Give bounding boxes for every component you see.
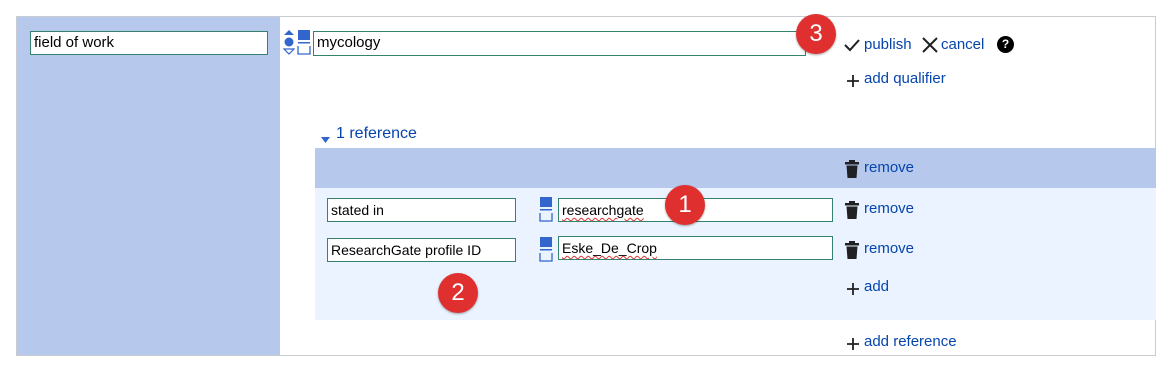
snak-type-selector-icon[interactable] [539,236,553,266]
remove-snak-button[interactable]: remove [864,199,914,219]
add-icon[interactable] [847,337,859,354]
cancel-button[interactable]: cancel [941,35,984,55]
check-icon[interactable] [844,38,860,56]
rank-selector-icon[interactable] [282,29,296,59]
add-icon[interactable] [847,282,859,299]
snak-type-selector-icon[interactable] [539,196,553,226]
reference-value-input[interactable]: Eske_De_Crop [558,236,833,260]
reference-header [315,148,1156,188]
remove-snak-button[interactable]: remove [864,239,914,259]
annotation-badge-2: 2 [438,273,478,313]
add-reference-button[interactable]: add reference [864,332,957,352]
trash-icon[interactable] [845,241,859,263]
reference-value-text: Eske_De_Crop [562,240,657,256]
expand-triangle-icon[interactable] [321,130,330,147]
add-snak-button[interactable]: add [864,277,889,297]
annotation-badge-3: 3 [796,14,836,54]
add-icon[interactable] [847,74,859,91]
help-icon[interactable]: ? [997,36,1014,53]
value-input[interactable]: mycology [313,31,806,56]
references-toggle[interactable]: 1 reference [336,124,417,144]
property-input[interactable]: field of work [30,31,268,55]
reference-value-text: researchgate [562,202,644,218]
property-column [17,17,280,355]
publish-button[interactable]: publish [864,35,912,55]
snak-type-selector-icon[interactable] [297,29,311,59]
reference-property-input[interactable]: ResearchGate profile ID [327,238,516,262]
reference-property-input[interactable]: stated in [327,198,516,222]
trash-icon[interactable] [845,160,859,182]
add-qualifier-button[interactable]: add qualifier [864,69,946,89]
remove-reference-button[interactable]: remove [864,158,914,178]
trash-icon[interactable] [845,201,859,223]
close-icon[interactable] [922,37,938,57]
statement-group: field of work mycology publish cancel ? … [16,16,1156,356]
annotation-badge-1: 1 [665,185,705,225]
